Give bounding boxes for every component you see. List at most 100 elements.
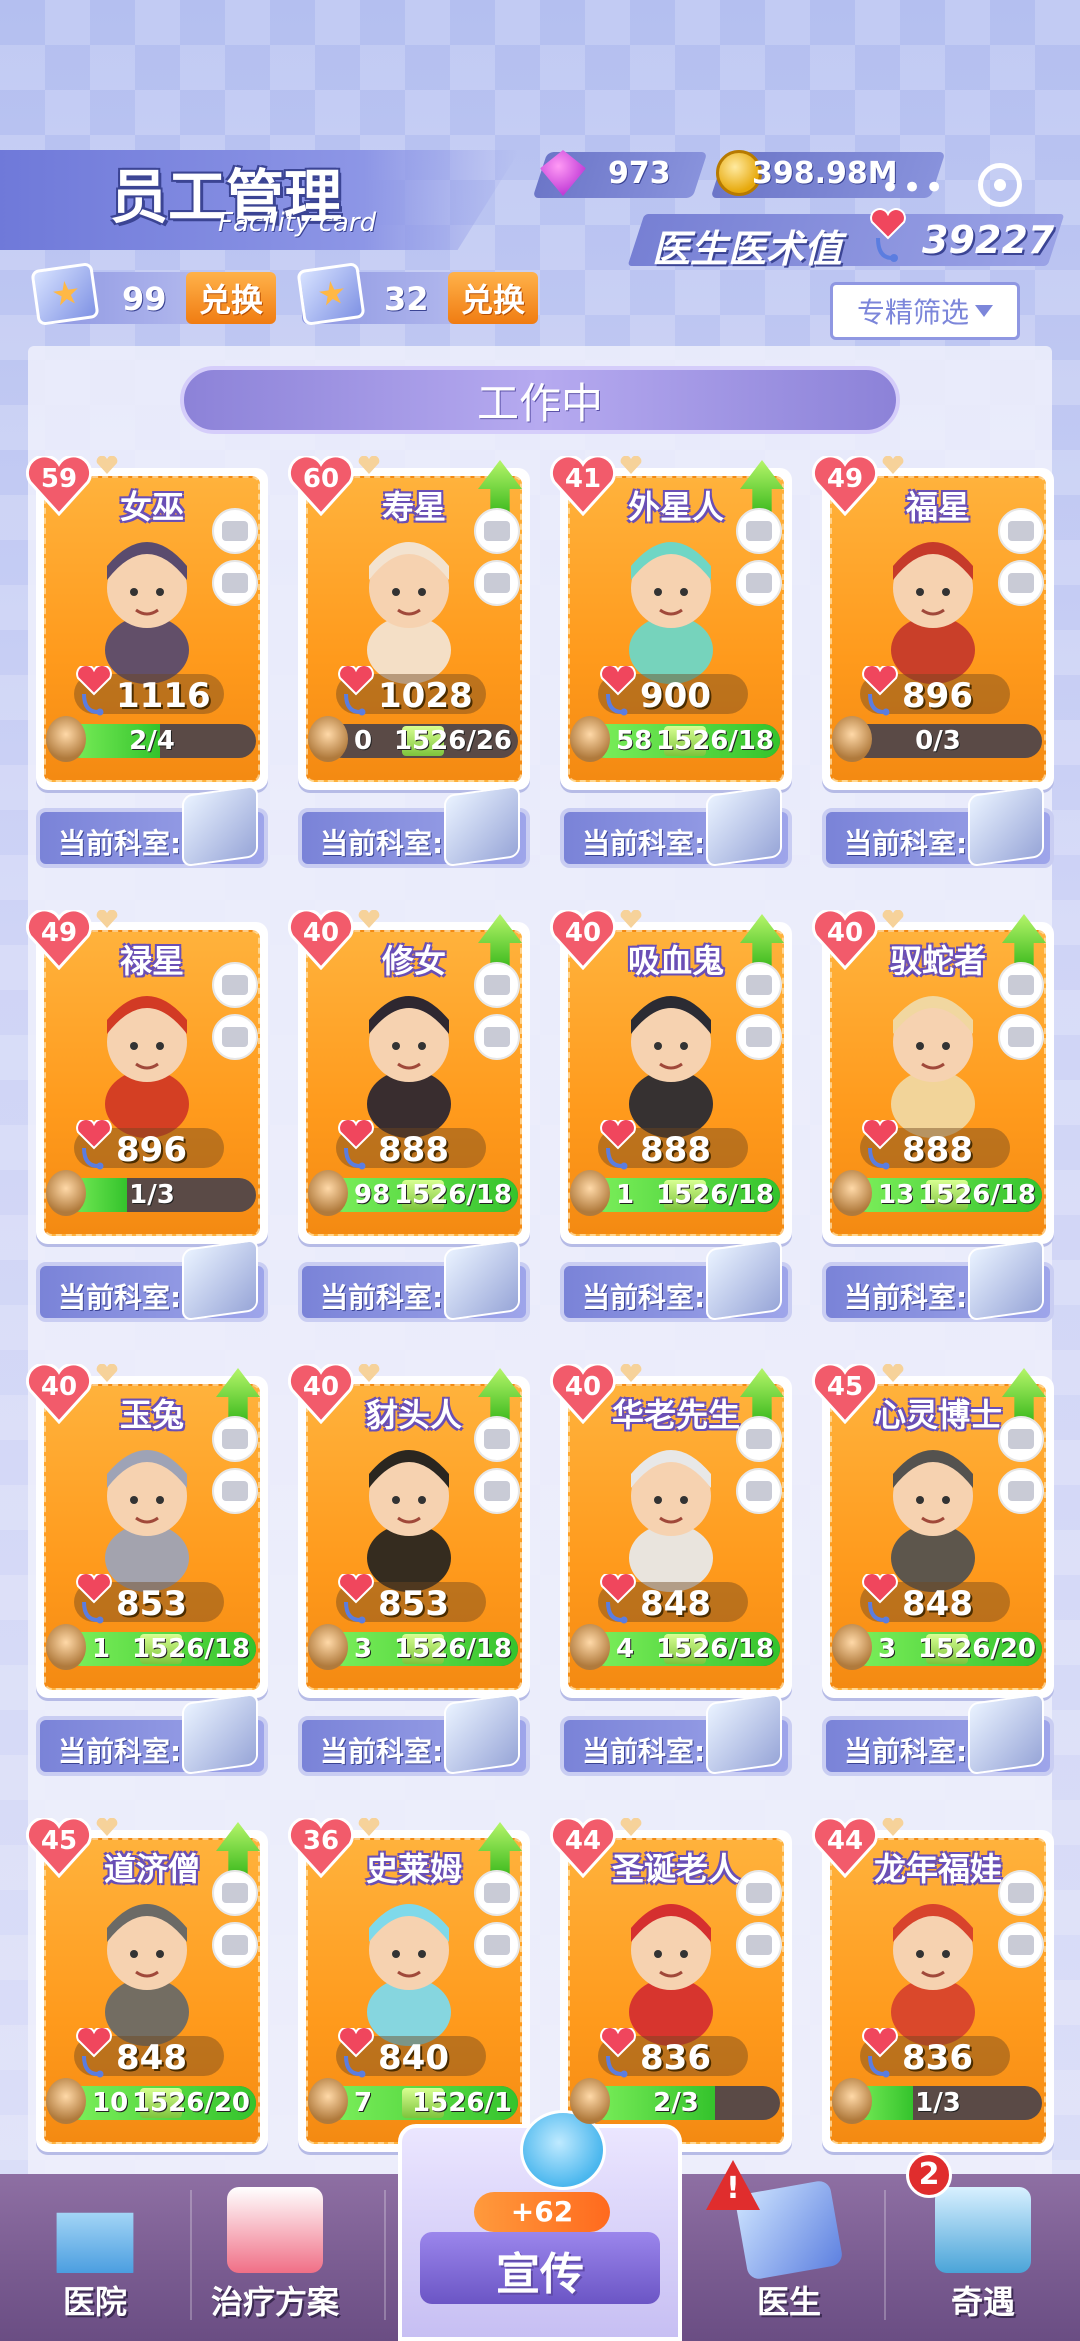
equipment-icon[interactable] bbox=[212, 1014, 258, 1060]
staff-card[interactable]: 40 华老先生 848 4 1526/18 bbox=[549, 1362, 792, 1698]
equipment-icon[interactable] bbox=[736, 1870, 782, 1916]
equipment-icon[interactable] bbox=[212, 962, 258, 1008]
more-options-button[interactable]: ••• bbox=[880, 168, 946, 208]
current-department-button[interactable]: 当前科室: bbox=[822, 784, 1054, 868]
exchange-button-1[interactable]: 兑换 bbox=[186, 272, 276, 324]
progress-text: 1/3 bbox=[915, 2088, 961, 2118]
shard-count: 13 bbox=[878, 1180, 915, 1210]
equipment-icon[interactable] bbox=[736, 1468, 782, 1514]
character-portrait bbox=[344, 1426, 474, 1596]
current-department-button[interactable]: 当前科室: bbox=[36, 784, 268, 868]
equipment-icon[interactable] bbox=[998, 1468, 1044, 1514]
staff-card[interactable]: 40 修女 888 98 1526/18 bbox=[287, 908, 530, 1244]
current-department-button[interactable]: 当前科室: bbox=[36, 1692, 268, 1776]
stethoscope-heart-icon bbox=[336, 1572, 376, 1624]
equipment-icon[interactable] bbox=[998, 508, 1044, 554]
staff-card[interactable]: 44 圣诞老人 836 2/3 bbox=[549, 1816, 792, 2152]
staff-card[interactable]: 45 道济僧 848 10 1526/20 bbox=[25, 1816, 268, 2152]
card-level: 44 bbox=[564, 1826, 602, 1856]
level-heart-icon: 40 bbox=[811, 908, 879, 971]
nav-hospital[interactable]: 医院 bbox=[0, 2174, 190, 2341]
staff-card[interactable]: 40 豺头人 853 3 1526/18 bbox=[287, 1362, 530, 1698]
equipment-slots bbox=[736, 962, 782, 1060]
current-department-button[interactable]: 当前科室: bbox=[560, 784, 792, 868]
exchange-button-2[interactable]: 兑换 bbox=[448, 272, 538, 324]
current-department-button[interactable]: 当前科室: bbox=[298, 1238, 530, 1322]
character-portrait bbox=[344, 972, 474, 1142]
shard-count: 10 bbox=[92, 2088, 129, 2118]
shard-count: 1 bbox=[616, 1180, 635, 1210]
staff-card[interactable]: 40 吸血鬼 888 1 1526/18 bbox=[549, 908, 792, 1244]
puzzle-ticket-icon bbox=[296, 261, 366, 327]
equipment-icon[interactable] bbox=[474, 1468, 520, 1514]
specialty-filter-dropdown[interactable]: 专精筛选 bbox=[830, 282, 1020, 340]
equipment-icon[interactable] bbox=[998, 1922, 1044, 1968]
equipment-icon[interactable] bbox=[474, 962, 520, 1008]
equipment-icon[interactable] bbox=[212, 1468, 258, 1514]
equipment-icon[interactable] bbox=[474, 1922, 520, 1968]
equipment-icon[interactable] bbox=[998, 1416, 1044, 1462]
equipment-icon[interactable] bbox=[998, 560, 1044, 606]
mini-avatar-icon bbox=[570, 1170, 610, 1216]
equipment-icon[interactable] bbox=[736, 1922, 782, 1968]
equipment-icon[interactable] bbox=[736, 560, 782, 606]
staff-card[interactable]: 41 外星人 900 58 1526/18 bbox=[549, 454, 792, 790]
staff-card[interactable]: 59 女巫 1116 2/4 bbox=[25, 454, 268, 790]
staff-card[interactable]: 40 玉兔 853 1 1526/18 bbox=[25, 1362, 268, 1698]
current-department-button[interactable]: 当前科室: bbox=[560, 1238, 792, 1322]
card-level: 40 bbox=[302, 1372, 340, 1402]
current-department-button[interactable]: 当前科室: bbox=[298, 784, 530, 868]
nav-promo-label: 宣传 bbox=[496, 2249, 584, 2300]
equipment-slots bbox=[998, 962, 1044, 1060]
stethoscope-heart-icon bbox=[860, 2026, 900, 2078]
equipment-icon[interactable] bbox=[474, 1014, 520, 1060]
equipment-slots bbox=[736, 1870, 782, 1968]
level-heart-icon: 59 bbox=[25, 454, 93, 517]
equipment-icon[interactable] bbox=[212, 1416, 258, 1462]
equipment-icon[interactable] bbox=[474, 1870, 520, 1916]
ticket-icon bbox=[30, 261, 100, 327]
equipment-icon[interactable] bbox=[736, 508, 782, 554]
current-department-button[interactable]: 当前科室: bbox=[36, 1238, 268, 1322]
equipment-icon[interactable] bbox=[736, 962, 782, 1008]
current-department-button[interactable]: 当前科室: bbox=[822, 1692, 1054, 1776]
equipment-icon[interactable] bbox=[736, 1014, 782, 1060]
equipment-icon[interactable] bbox=[212, 1922, 258, 1968]
nav-plan-label: 治疗方案 bbox=[210, 2283, 339, 2321]
department-room-icon bbox=[444, 1238, 520, 1322]
equipment-icon[interactable] bbox=[474, 508, 520, 554]
equipment-icon[interactable] bbox=[998, 1014, 1044, 1060]
equipment-icon[interactable] bbox=[736, 1416, 782, 1462]
close-target-button[interactable] bbox=[978, 163, 1022, 207]
exp-progress: 1526/26 bbox=[393, 726, 512, 756]
nav-treatment-plan[interactable]: 治疗方案 bbox=[180, 2174, 370, 2341]
equipment-icon[interactable] bbox=[212, 560, 258, 606]
staff-card[interactable]: 49 福星 896 0/3 bbox=[811, 454, 1054, 790]
staff-card[interactable]: 45 心灵博士 848 3 1526/20 bbox=[811, 1362, 1054, 1698]
nav-adventure[interactable]: 奇遇 bbox=[888, 2174, 1078, 2341]
equipment-slots bbox=[736, 508, 782, 606]
skill-value: 1028 bbox=[378, 676, 473, 716]
equipment-icon[interactable] bbox=[474, 560, 520, 606]
equipment-icon[interactable] bbox=[998, 1870, 1044, 1916]
staff-card[interactable]: 60 寿星 1028 0 1526/26 bbox=[287, 454, 530, 790]
staff-card[interactable]: 40 驭蛇者 888 13 1526/18 bbox=[811, 908, 1054, 1244]
current-department-button[interactable]: 当前科室: bbox=[560, 1692, 792, 1776]
ticket-count-1: 99 bbox=[122, 280, 167, 318]
equipment-icon[interactable] bbox=[998, 962, 1044, 1008]
department-label: 当前科室: bbox=[58, 1735, 182, 1768]
card-level: 49 bbox=[40, 918, 78, 948]
equipment-icon[interactable] bbox=[212, 508, 258, 554]
skill-value: 853 bbox=[116, 1584, 187, 1624]
stethoscope-heart-icon bbox=[74, 664, 114, 716]
skill-value: 896 bbox=[902, 676, 973, 716]
equipment-icon[interactable] bbox=[212, 1870, 258, 1916]
current-department-button[interactable]: 当前科室: bbox=[822, 1238, 1054, 1322]
level-heart-icon: 60 bbox=[287, 454, 355, 517]
staff-card[interactable]: 49 禄星 896 1/3 bbox=[25, 908, 268, 1244]
equipment-icon[interactable] bbox=[474, 1416, 520, 1462]
stethoscope-heart-icon bbox=[598, 1118, 638, 1170]
current-department-button[interactable]: 当前科室: bbox=[298, 1692, 530, 1776]
staff-card[interactable]: 36 史莱姆 840 7 1526/1 bbox=[287, 1816, 530, 2152]
staff-card[interactable]: 44 龙年福娃 836 1/3 bbox=[811, 1816, 1054, 2152]
